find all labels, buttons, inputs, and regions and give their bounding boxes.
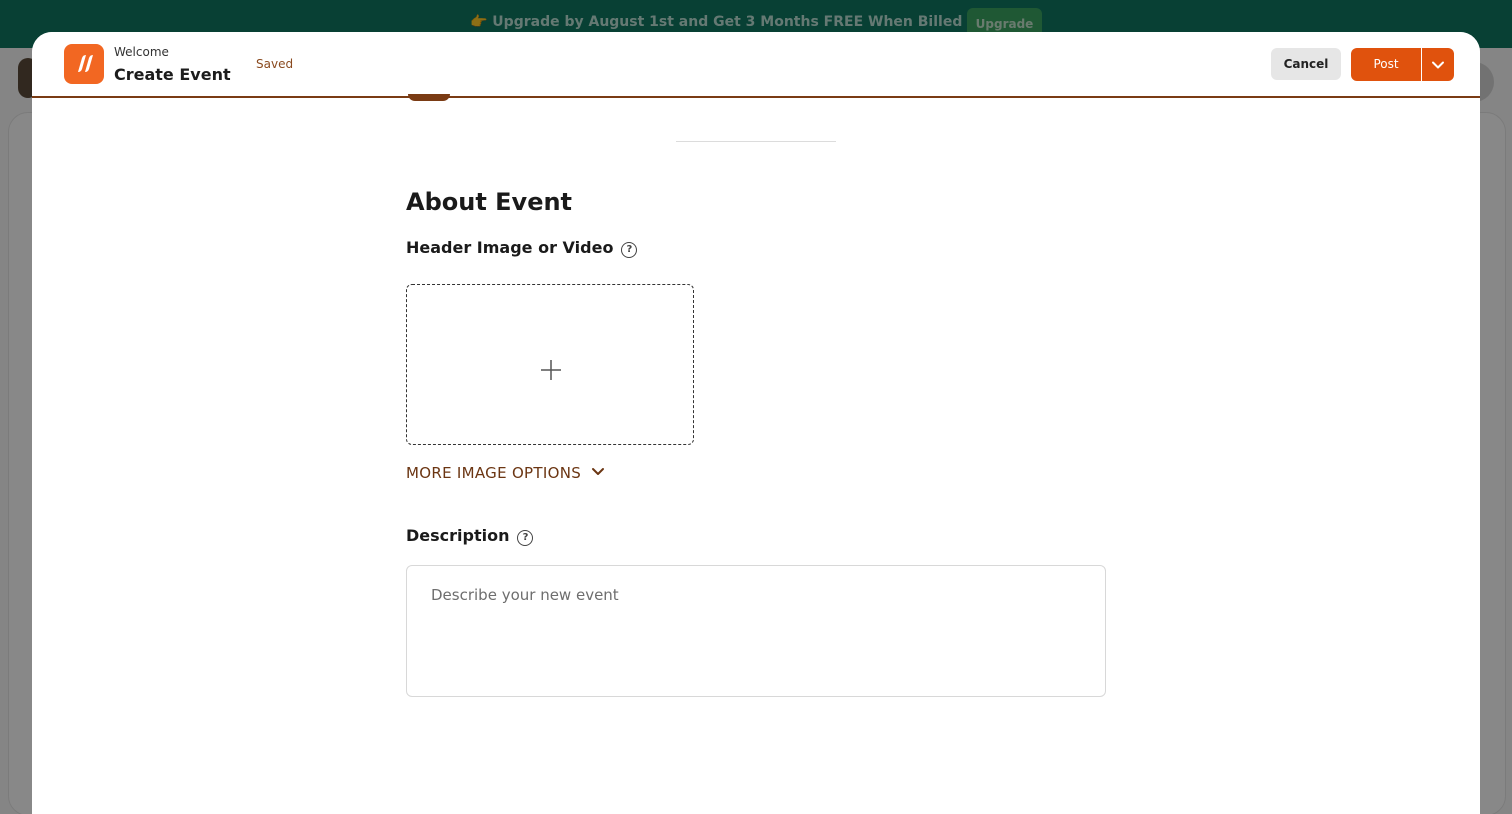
- description-field[interactable]: [406, 565, 1106, 697]
- help-icon[interactable]: ?: [621, 242, 638, 258]
- cancel-button[interactable]: Cancel: [1271, 48, 1341, 80]
- chevron-down-icon: [592, 468, 605, 475]
- create-event-modal: Welcome Create Event Saved Cancel Post A…: [32, 32, 1480, 814]
- header-media-label-text: Header Image or Video: [406, 238, 614, 257]
- save-status: Saved: [256, 57, 294, 71]
- modal-header: Welcome Create Event Saved Cancel Post: [32, 32, 1480, 98]
- header-media-label: Header Image or Video?: [406, 238, 638, 258]
- header-media-upload[interactable]: [406, 284, 694, 445]
- logo-icon: [78, 55, 93, 72]
- header-subtitle: Welcome: [114, 45, 169, 59]
- scrolled-element-edge: [408, 94, 450, 101]
- post-button[interactable]: Post: [1351, 48, 1421, 81]
- chevron-down-icon: [1432, 61, 1444, 69]
- plus-icon: [541, 360, 561, 380]
- help-icon[interactable]: ?: [517, 530, 534, 546]
- description-label-text: Description: [406, 526, 510, 545]
- more-image-options-toggle[interactable]: MORE IMAGE OPTIONS: [406, 464, 605, 482]
- page-title: Create Event: [114, 65, 231, 84]
- section-divider: [676, 141, 836, 142]
- about-event-title: About Event: [406, 188, 573, 216]
- description-input[interactable]: [407, 566, 1105, 696]
- app-logo: [64, 44, 104, 84]
- description-label: Description?: [406, 526, 534, 546]
- more-image-options-label: MORE IMAGE OPTIONS: [406, 464, 582, 482]
- post-options-button[interactable]: [1422, 48, 1454, 81]
